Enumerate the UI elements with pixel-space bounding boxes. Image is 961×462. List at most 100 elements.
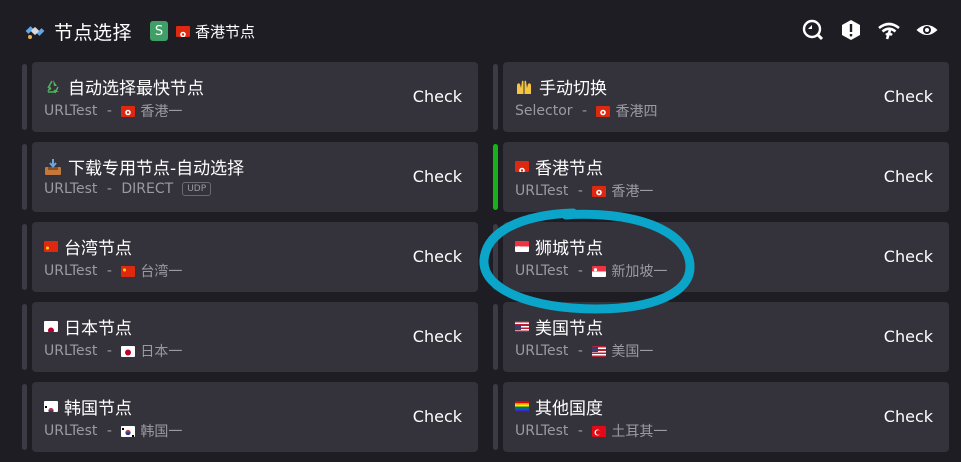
proxy-group-card[interactable]: 其他国度 URLTest - 土耳其一 Check [503, 382, 949, 452]
header: 节点选择 S 香港节点 [0, 0, 961, 62]
current-proxy: 台湾一 [140, 264, 183, 280]
group-name-label: 台湾节点 [64, 239, 132, 259]
group-name-label: 下载专用节点-自动选择 [68, 159, 245, 179]
cn-flag-icon [44, 241, 58, 252]
tr-flag-icon [592, 425, 607, 437]
proxy-group-card[interactable]: 自动选择最快节点 URLTest - 香港一 Check [32, 62, 478, 132]
separator: - [102, 103, 117, 119]
us-flag-icon [592, 345, 607, 357]
group-detail: URLTest - 土耳其一 [515, 421, 667, 441]
current-proxy: 新加坡一 [611, 264, 668, 280]
group-type: URLTest [44, 103, 98, 119]
us-flag-icon [515, 321, 529, 332]
separator: - [573, 263, 588, 279]
recycle-icon [44, 78, 62, 96]
group-name-label: 自动选择最快节点 [68, 79, 204, 99]
sg-flag-icon [515, 241, 529, 252]
check-button[interactable]: Check [413, 407, 462, 426]
selection-indicator-active [493, 144, 498, 210]
group-name: 美国节点 [515, 314, 603, 339]
check-button[interactable]: Check [884, 87, 933, 106]
selection-indicator [22, 384, 27, 450]
selection-indicator [22, 304, 27, 370]
separator: - [573, 343, 588, 359]
check-button[interactable]: Check [884, 247, 933, 266]
rainbow-flag-icon [515, 401, 529, 412]
proxy-group-card[interactable]: 韩国节点 URLTest - 韩国一 Check [32, 382, 478, 452]
proxy-group-card[interactable]: 台湾节点 URLTest - 台湾一 Check [32, 222, 478, 292]
group-name-label: 韩国节点 [64, 399, 132, 419]
kr-flag-icon [44, 401, 58, 412]
group-type: URLTest [44, 181, 98, 197]
group-name-label: 日本节点 [64, 319, 132, 339]
group-type: Selector [515, 103, 573, 119]
current-proxy: 韩国一 [140, 424, 183, 440]
check-button[interactable]: Check [884, 407, 933, 426]
latency-test-icon[interactable] [801, 18, 825, 42]
check-button[interactable]: Check [413, 247, 462, 266]
check-button[interactable]: Check [413, 167, 462, 186]
hk-flag-icon [592, 185, 607, 197]
selection-indicator [493, 384, 498, 450]
check-button[interactable]: Check [884, 327, 933, 346]
separator: - [573, 183, 588, 199]
hk-flag-icon [515, 161, 529, 172]
jp-flag-icon [121, 345, 136, 357]
group-name-label: 美国节点 [535, 319, 603, 339]
inbox-tray-icon [44, 158, 62, 176]
cn-flag-icon [121, 265, 136, 277]
separator: - [102, 423, 117, 439]
check-button[interactable]: Check [413, 87, 462, 106]
group-detail: URLTest - 台湾一 [44, 261, 182, 281]
group-name: 日本节点 [44, 314, 132, 339]
separator: - [102, 343, 117, 359]
wifi-icon[interactable] [877, 18, 901, 42]
proxy-group-card[interactable]: 美国节点 URLTest - 美国一 Check [503, 302, 949, 372]
group-name-label: 狮城节点 [535, 239, 603, 259]
group-detail: Selector - 香港四 [515, 101, 657, 121]
group-name-label: 手动切换 [539, 79, 607, 99]
raising-hands-icon [515, 78, 533, 96]
hk-flag-icon [121, 105, 136, 117]
current-node-label: 香港节点 [195, 22, 256, 41]
group-detail: URLTest - 新加坡一 [515, 261, 667, 281]
selection-indicator [22, 224, 27, 290]
alert-icon[interactable] [839, 18, 863, 42]
visibility-icon[interactable] [915, 18, 939, 42]
current-proxy: 土耳其一 [611, 424, 668, 440]
current-proxy: 美国一 [611, 344, 654, 360]
header-actions [801, 18, 939, 42]
proxy-group-card[interactable]: 狮城节点 URLTest - 新加坡一 Check [503, 222, 949, 292]
separator: - [102, 181, 117, 197]
hk-flag-icon [176, 25, 191, 37]
group-type: URLTest [515, 343, 569, 359]
mode-badge: S [150, 21, 169, 41]
udp-badge: UDP [182, 182, 212, 196]
current-proxy: 香港一 [140, 104, 183, 120]
check-button[interactable]: Check [884, 167, 933, 186]
group-name: 自动选择最快节点 [44, 74, 204, 99]
proxy-group-card[interactable]: 手动切换 Selector - 香港四 Check [503, 62, 949, 132]
separator: - [102, 263, 117, 279]
title-group: 节点选择 S 香港节点 [24, 16, 255, 46]
group-type: URLTest [515, 423, 569, 439]
group-name-label: 其他国度 [535, 399, 603, 419]
current-proxy: DIRECT [121, 181, 174, 197]
satellite-icon [24, 20, 46, 42]
sg-flag-icon [592, 265, 607, 277]
selection-indicator [22, 144, 27, 210]
group-type: URLTest [515, 263, 569, 279]
proxy-group-card[interactable]: 日本节点 URLTest - 日本一 Check [32, 302, 478, 372]
group-detail: URLTest - 香港一 [515, 181, 653, 201]
group-type: URLTest [44, 423, 98, 439]
proxy-group-card[interactable]: 香港节点 URLTest - 香港一 Check [503, 142, 949, 212]
group-detail: URLTest - DIRECT UDP [44, 181, 212, 197]
group-name: 其他国度 [515, 394, 603, 419]
group-name: 手动切换 [515, 74, 607, 99]
group-type: URLTest [44, 343, 98, 359]
check-button[interactable]: Check [413, 327, 462, 346]
group-detail: URLTest - 韩国一 [44, 421, 182, 441]
proxy-group-card[interactable]: 下载专用节点-自动选择 URLTest - DIRECT UDP Check [32, 142, 478, 212]
selection-indicator [493, 304, 498, 370]
jp-flag-icon [44, 321, 58, 332]
